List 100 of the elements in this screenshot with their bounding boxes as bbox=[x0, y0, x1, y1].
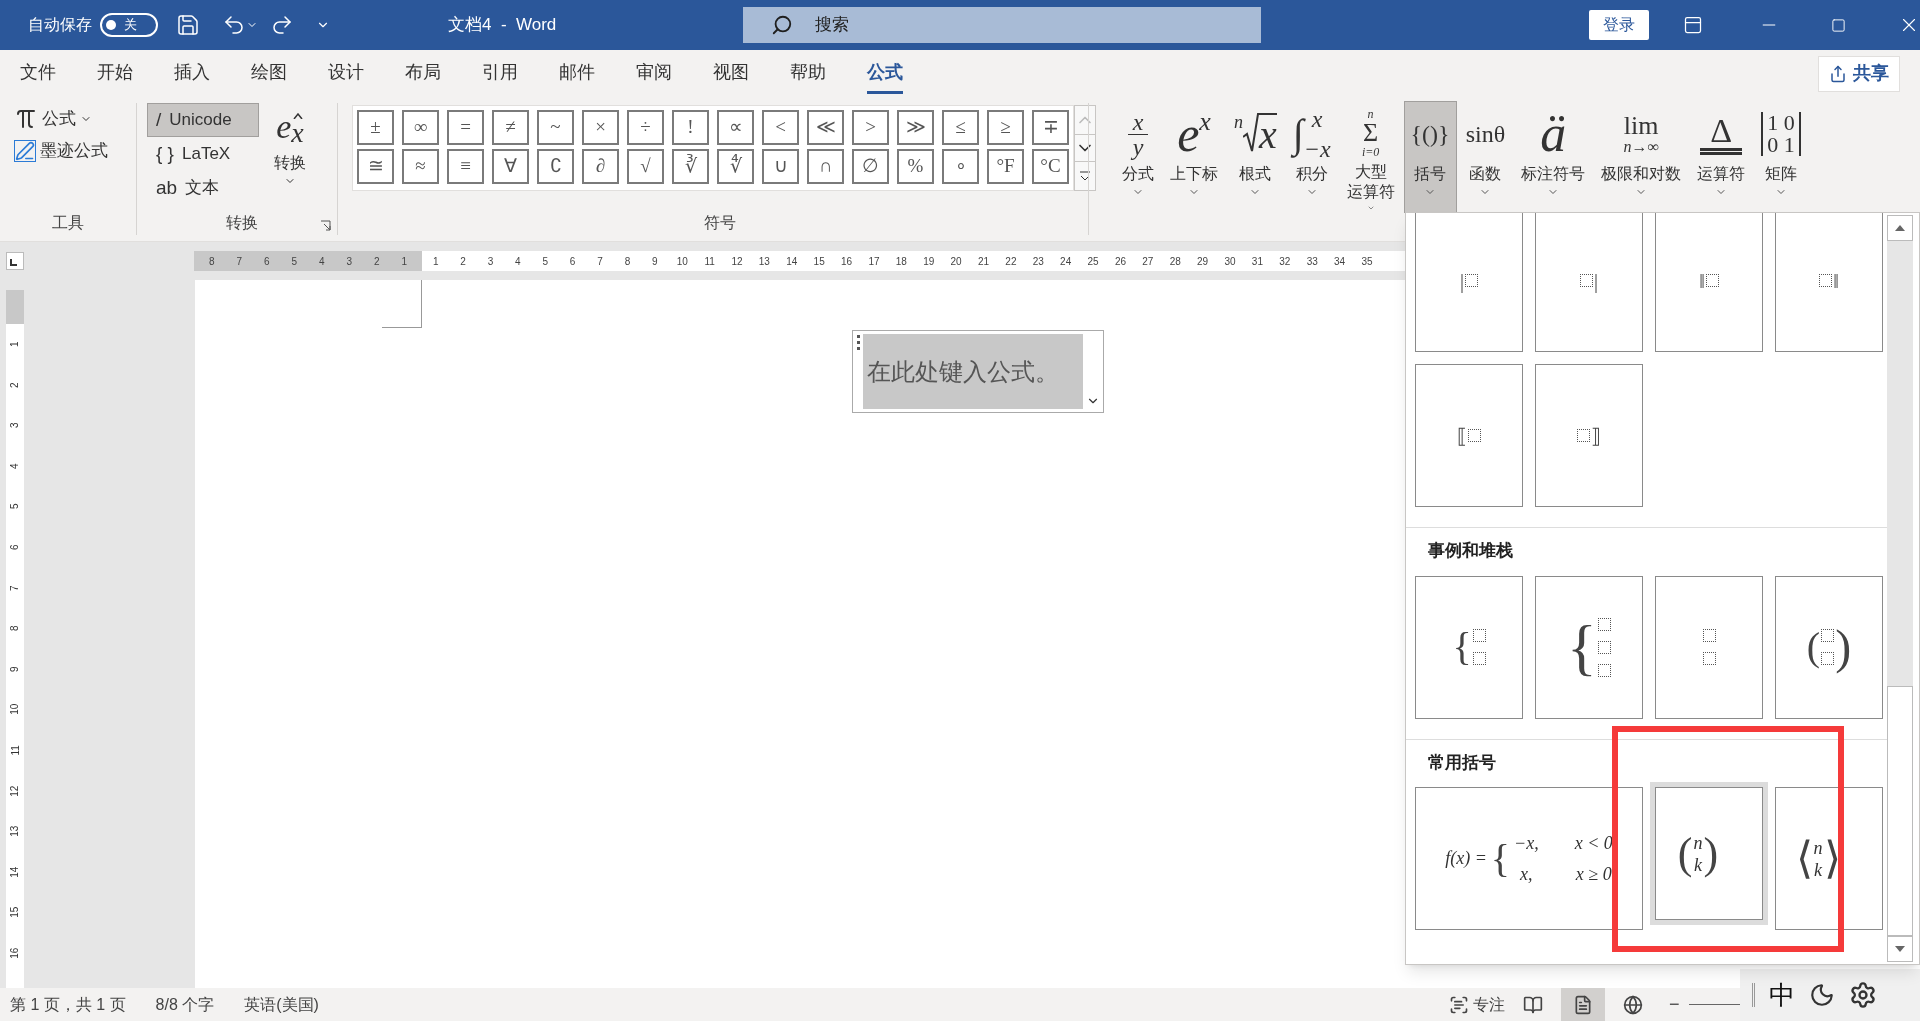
symbol-button[interactable]: ∛ bbox=[672, 149, 709, 184]
symbol-button[interactable]: ∁ bbox=[537, 149, 574, 184]
symbol-button[interactable]: ± bbox=[357, 110, 394, 145]
structure-button[interactable]: sinθ 函数 bbox=[1458, 101, 1513, 213]
bracket-template[interactable]: ( ) bbox=[1775, 575, 1883, 719]
ribbon-tab[interactable]: 审阅 bbox=[636, 53, 672, 94]
symbol-button[interactable]: ÷ bbox=[627, 110, 664, 145]
bracket-template[interactable] bbox=[1655, 575, 1763, 719]
symbol-button[interactable]: ∞ bbox=[402, 110, 439, 145]
symbol-button[interactable]: ≥ bbox=[987, 110, 1024, 145]
settings-icon[interactable] bbox=[1849, 981, 1877, 1009]
conversion-mode-button[interactable]: { } LaTeX bbox=[147, 137, 259, 171]
search-field[interactable]: 搜索 bbox=[743, 7, 1261, 43]
ribbon-tab[interactable]: 设计 bbox=[328, 53, 364, 94]
bracket-template[interactable]: { bbox=[1535, 575, 1643, 719]
status-text: 英语(美国) bbox=[244, 994, 319, 1015]
ribbon-tab[interactable]: 布局 bbox=[405, 53, 441, 94]
print-view-button[interactable] bbox=[1560, 988, 1605, 1021]
ink-equation-button[interactable]: 墨迹公式 bbox=[14, 135, 122, 167]
ruler-number: 2 bbox=[459, 254, 467, 269]
moon-icon[interactable] bbox=[1809, 982, 1835, 1008]
status-text: 第 1 页，共 1 页 bbox=[10, 994, 126, 1015]
restore-icon[interactable] bbox=[1831, 17, 1846, 33]
tab-selector-icon[interactable] bbox=[6, 252, 24, 270]
symbol-button[interactable]: ∀ bbox=[492, 149, 529, 184]
structure-button[interactable]: x y 分式 bbox=[1115, 101, 1161, 213]
symbol-button[interactable]: °C bbox=[1032, 149, 1069, 184]
symbol-button[interactable]: ! bbox=[672, 110, 709, 145]
structure-button[interactable]: lim n→∞ 极限和对数 bbox=[1594, 101, 1689, 213]
scroll-up-icon[interactable] bbox=[1895, 225, 1905, 231]
symbol-button[interactable]: > bbox=[852, 110, 889, 145]
structure-label: 上下标 bbox=[1170, 164, 1218, 184]
ruler-number: 4 bbox=[318, 254, 325, 269]
symbol-button[interactable]: ≅ bbox=[357, 149, 394, 184]
ribbon-tab[interactable]: 文件 bbox=[20, 53, 56, 94]
equation-field[interactable]: 在此处键入公式。 bbox=[863, 334, 1083, 409]
ribbon-tab[interactable]: 邮件 bbox=[559, 53, 595, 94]
symbol-button[interactable]: ≪ bbox=[807, 110, 844, 145]
summation-glyph: n Σ i=0 bbox=[1361, 108, 1380, 158]
symbol-button[interactable]: ∝ bbox=[717, 110, 754, 145]
symbol-button[interactable]: √ bbox=[627, 149, 664, 184]
bracket-template[interactable]: | bbox=[1415, 213, 1523, 352]
symbol-button[interactable]: ~ bbox=[537, 110, 574, 145]
bracket-template[interactable]: | bbox=[1535, 213, 1643, 352]
save-icon[interactable] bbox=[176, 13, 200, 37]
ribbon-display-icon[interactable] bbox=[1683, 15, 1703, 35]
symbol-button[interactable]: < bbox=[762, 110, 799, 145]
symbol-button[interactable]: ≡ bbox=[447, 149, 484, 184]
ruler-number: 4 bbox=[8, 463, 22, 469]
accent-glyph: ä bbox=[1540, 108, 1567, 160]
symbol-button[interactable]: = bbox=[447, 110, 484, 145]
symbol-button[interactable]: ∜ bbox=[717, 149, 754, 184]
conversion-mode-button[interactable]: / Unicode bbox=[147, 103, 259, 137]
symbol-button[interactable]: ∓ bbox=[1032, 110, 1069, 145]
symbol-button[interactable]: ∂ bbox=[582, 149, 619, 184]
symbol-button[interactable]: ∘ bbox=[942, 149, 979, 184]
structure-label: 运算符 bbox=[1346, 182, 1395, 202]
formula-text: n bbox=[1693, 831, 1703, 854]
radical-glyph: n x bbox=[1234, 113, 1277, 155]
ribbon-tab[interactable]: 公式 bbox=[867, 53, 903, 94]
bracket-template[interactable]: ‖ bbox=[1655, 213, 1763, 352]
symbol-button[interactable]: % bbox=[897, 149, 934, 184]
symbol-button[interactable]: ≤ bbox=[942, 110, 979, 145]
ribbon-tab[interactable]: 开始 bbox=[97, 53, 133, 94]
focus-button[interactable]: 专注 bbox=[1448, 992, 1505, 1017]
structure-button[interactable]: n Σ i=0 大型 运算符 bbox=[1339, 101, 1402, 213]
bracket-template[interactable]: ⟧ bbox=[1535, 364, 1643, 507]
ribbon-tab[interactable]: 插入 bbox=[174, 53, 210, 94]
ribbon-tab[interactable]: 引用 bbox=[482, 53, 518, 94]
sign-in-button[interactable]: 登录 bbox=[1589, 10, 1649, 40]
undo-icon[interactable] bbox=[222, 13, 246, 37]
ribbon-tab[interactable]: 视图 bbox=[713, 53, 749, 94]
bracket-glyph: { bbox=[1452, 627, 1472, 667]
scrollbar[interactable] bbox=[1887, 215, 1913, 962]
ribbon-tab[interactable]: 帮助 bbox=[790, 53, 826, 94]
scroll-down-icon[interactable] bbox=[1895, 946, 1905, 952]
autosave-toggle[interactable]: 关 bbox=[100, 13, 158, 37]
bracket-template[interactable]: ‖ bbox=[1775, 213, 1883, 352]
dialog-launcher-icon[interactable] bbox=[320, 220, 331, 231]
symbol-button[interactable]: ≈ bbox=[402, 149, 439, 184]
zoom-out-button[interactable]: − bbox=[1668, 991, 1680, 1018]
equation-dropdown[interactable]: 公式 bbox=[14, 103, 122, 135]
symbol-button[interactable]: ≫ bbox=[897, 110, 934, 145]
symbol-button[interactable]: ≠ bbox=[492, 110, 529, 145]
symbol-button[interactable]: ∅ bbox=[852, 149, 889, 184]
bracket-template[interactable]: { bbox=[1415, 575, 1523, 719]
structure-button[interactable]: ä 标注符号 bbox=[1514, 101, 1593, 213]
conversion-mode-button[interactable]: ab 文本 bbox=[147, 171, 259, 205]
redo-icon[interactable] bbox=[270, 13, 294, 37]
share-button[interactable]: 共享 bbox=[1818, 55, 1900, 92]
symbol-button[interactable]: °F bbox=[987, 149, 1024, 184]
bracket-template[interactable]: ⟦ bbox=[1415, 364, 1523, 507]
structure-button[interactable]: n x 根式 bbox=[1227, 101, 1284, 213]
focus-icon bbox=[1448, 994, 1469, 1015]
symbol-button[interactable]: × bbox=[582, 110, 619, 145]
symbol-button[interactable]: ∩ bbox=[807, 149, 844, 184]
ribbon-tab[interactable]: 绘图 bbox=[251, 53, 287, 94]
structure-button[interactable]: {()} 括号 bbox=[1403, 101, 1457, 213]
symbol-button[interactable]: ∪ bbox=[762, 149, 799, 184]
input-mode-button[interactable]: 中 bbox=[1769, 975, 1795, 1015]
